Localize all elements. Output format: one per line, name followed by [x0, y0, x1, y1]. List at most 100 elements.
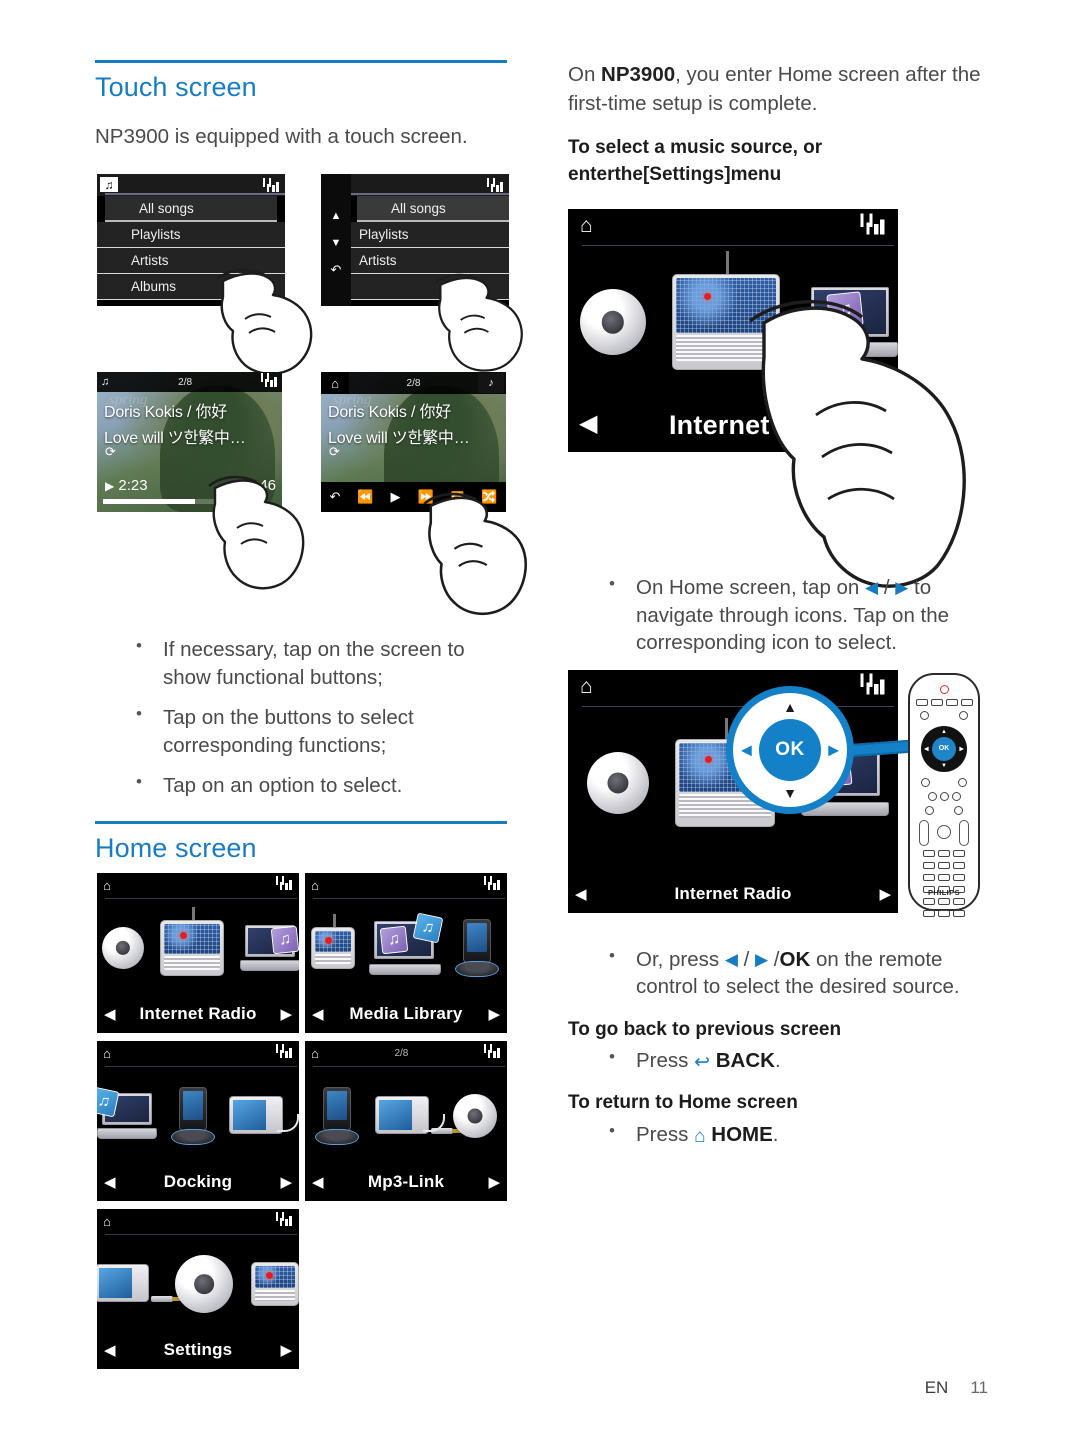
back-icon[interactable]: ↶ — [331, 262, 342, 278]
up-arrow-icon[interactable]: ▲ — [941, 729, 947, 735]
title-line: Love will ツ한繁中… — [104, 430, 246, 448]
keypad-key[interactable] — [923, 897, 935, 905]
remote-button[interactable] — [939, 791, 949, 801]
section-rule — [95, 821, 507, 825]
forward-icon[interactable]: ⏩ — [417, 489, 433, 505]
remote-dpad[interactable]: ▲ ▼ ◀ ▶ OK — [921, 725, 967, 772]
bullet-text-before: Or, press — [636, 947, 725, 971]
keypad-key[interactable] — [923, 873, 935, 881]
shuffle-icon[interactable]: 🔀 — [481, 489, 497, 505]
down-arrow-icon[interactable]: ▼ — [941, 763, 947, 769]
bullet-text-after: . — [774, 1049, 781, 1073]
home-icon[interactable]: ⌂ — [580, 675, 593, 699]
keypad-key[interactable] — [953, 909, 965, 917]
right-arrow-icon: ▶ — [895, 578, 909, 598]
down-arrow-icon[interactable]: ▼ — [331, 237, 342, 249]
remote-button[interactable] — [921, 777, 930, 787]
home-tile-internet-radio[interactable]: ⌂ ♫ ◀ ▶ Internet Radio — [97, 873, 299, 1034]
keypad-key[interactable] — [938, 873, 950, 881]
home-tile-docking[interactable]: ⌂ ♫ ◀ ▶ Docking — [97, 1041, 299, 1202]
volume-up-button[interactable] — [954, 805, 963, 815]
keypad-key[interactable] — [923, 861, 935, 869]
keypad-key[interactable] — [953, 897, 965, 905]
progress-bar[interactable] — [103, 499, 251, 505]
remote-rocker[interactable] — [919, 819, 929, 846]
home-icon: ⌂ — [694, 1125, 706, 1147]
repeat-one-icon[interactable]: 🔂 — [451, 491, 465, 504]
play-icon[interactable]: ▶ — [391, 489, 401, 505]
ok-button[interactable]: OK — [932, 736, 956, 761]
tile-counter: 2/8 — [394, 1047, 409, 1059]
bullet-item-back: Press ↩ BACK. — [568, 1046, 988, 1075]
remote-button[interactable] — [930, 698, 943, 706]
music-note-icon: ♫ — [100, 177, 118, 193]
remote-button[interactable] — [915, 698, 928, 706]
figure-now-playing-screens: ♫ 2/8 spring Doris Kokis / 你好 Love will … — [95, 372, 527, 622]
tile-label: Internet Radio — [674, 883, 792, 903]
home-icon[interactable]: ⌂ — [580, 214, 593, 238]
home-icon[interactable]: ⌂ — [321, 372, 349, 395]
ok-button[interactable]: OK — [759, 718, 821, 781]
home-tile-media-library[interactable]: ⌂ ♫ ♫ ◀ ▶ Media Library — [305, 873, 507, 1034]
side-navigation-rail: ▲ ▼ ↶ — [321, 174, 351, 307]
list-item[interactable]: Playlists — [97, 222, 285, 249]
remote-button[interactable] — [958, 777, 967, 787]
remote-button[interactable] — [951, 791, 961, 801]
keypad-key[interactable] — [938, 897, 950, 905]
keypad-key[interactable] — [938, 909, 950, 917]
manual-page: Touch screen NP3900 is equipped with a t… — [0, 0, 1080, 1440]
remote-button[interactable] — [920, 710, 929, 720]
home-tile-mp3-link[interactable]: ⌂ 2/8 ◀ ▶ Mp3-Link — [305, 1041, 507, 1202]
signal-bars-icon — [487, 178, 504, 193]
total-time: 46 — [259, 477, 276, 495]
volume-down-button[interactable] — [925, 805, 934, 815]
gear-icon — [571, 280, 655, 365]
ok-key-label: OK — [779, 947, 811, 971]
keypad-key[interactable] — [938, 849, 950, 857]
track-info: Doris Kokis / 你好 Love will ツ한繁中… — [104, 398, 246, 448]
laptop-icon: ♫ — [806, 287, 898, 358]
right-arrow-icon[interactable]: ▶ — [959, 745, 964, 752]
internet-radio-device-icon — [251, 1261, 299, 1306]
keypad-key[interactable] — [923, 909, 935, 917]
power-button[interactable] — [939, 684, 949, 694]
page-title-touch-screen: Touch screen — [95, 72, 257, 102]
list-item[interactable]: Artists — [97, 248, 285, 275]
status-bar: ⌂ — [568, 670, 898, 704]
now-playing-icon[interactable]: ♪ — [478, 373, 504, 394]
keypad-key[interactable] — [938, 861, 950, 869]
list-item[interactable]: All songs — [105, 196, 277, 223]
footer-language: EN — [924, 1378, 949, 1397]
keypad-key[interactable] — [953, 861, 965, 869]
track-counter: 2/8 — [178, 376, 193, 388]
figure-hero-internet-radio: ⌂ ♫ ◀ Internet R — [568, 209, 988, 594]
back-icon[interactable]: ↶ — [329, 489, 340, 505]
list-item[interactable]: Albums — [97, 274, 285, 301]
list-item[interactable]: All songs — [357, 196, 509, 223]
repeat-icon: ⟳ — [329, 444, 340, 460]
up-arrow-icon[interactable]: ▲ — [331, 210, 342, 222]
remote-button[interactable] — [945, 698, 958, 706]
remote-button-row — [910, 777, 978, 787]
subhead-line-1: To select a music source, or — [568, 137, 823, 159]
remote-button[interactable] — [959, 710, 968, 720]
remote-rocker[interactable] — [959, 819, 969, 846]
keypad-key[interactable] — [923, 849, 935, 857]
signal-bars-icon — [263, 178, 280, 193]
remote-button[interactable] — [937, 824, 951, 839]
keypad-key[interactable] — [953, 849, 965, 857]
title-line: Love will ツ한繁中… — [328, 430, 470, 448]
gear-icon — [444, 1084, 506, 1147]
status-bar: ⌂ — [97, 873, 299, 897]
left-arrow-icon[interactable]: ◀ — [924, 745, 929, 752]
keypad-key[interactable] — [953, 873, 965, 881]
rewind-icon[interactable]: ⏪ — [357, 489, 373, 505]
remote-button[interactable] — [927, 791, 937, 801]
subhead-select-music-source: To select a music source, or enterthe[Se… — [568, 135, 988, 189]
home-tile-settings[interactable]: ⌂ ◀ ▶ Settings — [97, 1209, 299, 1370]
home-screen-tiles: ⌂ ♫ ◀ ▶ Internet Radio ⌂ ♫ ♫ ◀ ▶ Media L… — [95, 873, 510, 1373]
bullet-item: Tap on an option to select. — [95, 771, 510, 799]
section-rule — [95, 60, 507, 63]
signal-bars-icon — [483, 875, 501, 895]
remote-button[interactable] — [960, 698, 973, 706]
